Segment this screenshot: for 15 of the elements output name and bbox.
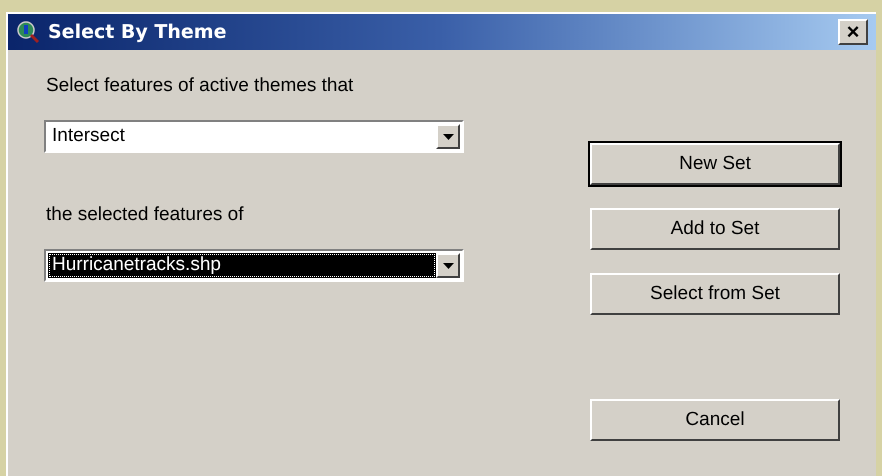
field-label: the selected features of [45, 203, 245, 227]
window-title: Select By Theme [48, 20, 228, 45]
caret-icon [442, 262, 454, 268]
close-button[interactable]: × [838, 19, 868, 45]
globe-magnifier-icon [16, 20, 40, 44]
dialog-button[interactable]: Add to Set [590, 208, 840, 250]
caret-icon [442, 134, 454, 140]
dialog-button[interactable]: Select from Set [590, 273, 840, 315]
dropdown[interactable]: Intersect [44, 120, 464, 153]
dropdown-arrow-button[interactable] [436, 124, 460, 149]
prompt-label: Select features of active themes that [45, 74, 354, 98]
dialog-button[interactable]: Cancel [590, 399, 840, 441]
dialog-button[interactable]: New Set [590, 143, 840, 185]
dropdown[interactable]: Hurricanetracks.shp [44, 249, 464, 282]
dropdown-arrow-button[interactable] [436, 253, 460, 278]
